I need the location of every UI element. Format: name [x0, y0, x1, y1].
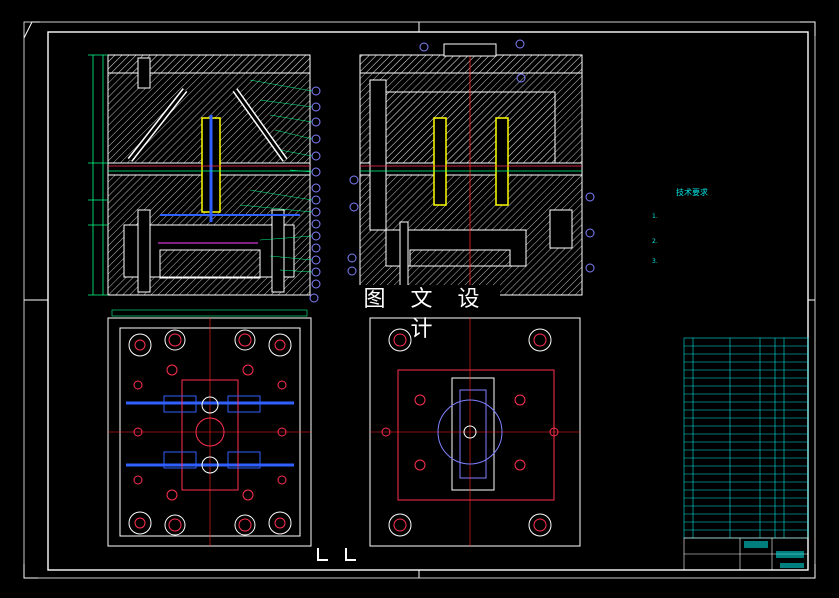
- note-line-1: 1.: [652, 213, 658, 220]
- technical-requirements-title: 技术要求: [676, 188, 708, 197]
- title-block: [683, 537, 809, 571]
- front-section-view: [107, 54, 311, 296]
- note-line-2: 2.: [652, 238, 658, 245]
- parts-list-table: [683, 337, 809, 539]
- watermark-label: 图 文 设 计: [352, 285, 500, 342]
- note-line-3: 3.: [652, 258, 658, 265]
- side-section-view: [359, 43, 583, 300]
- drawing-canvas: 图 文 设 计 技术要求 1. 2. 3.: [0, 0, 839, 598]
- fixed-half-plan-view: [369, 317, 581, 547]
- left-dimension-chain: [88, 54, 108, 296]
